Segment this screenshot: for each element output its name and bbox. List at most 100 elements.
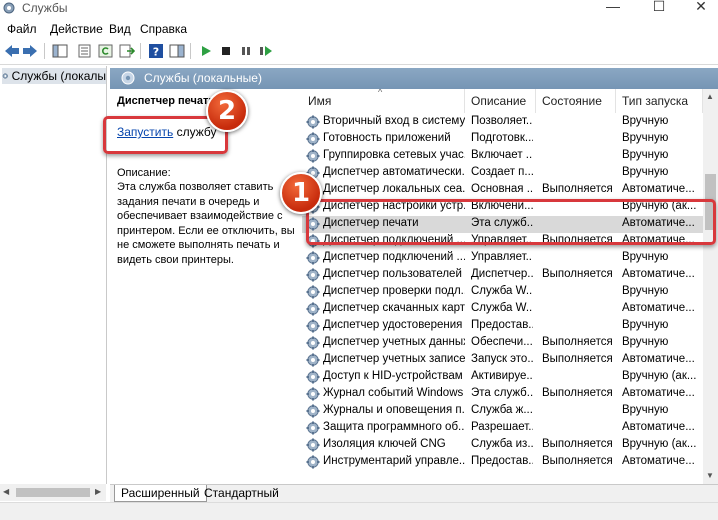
column-header-name[interactable]: Имя <box>302 89 465 113</box>
properties-icon[interactable] <box>76 42 94 60</box>
pane-header-title: Службы (локальные) <box>144 71 262 85</box>
maximize-button[interactable]: ☐ <box>636 0 682 16</box>
gear-icon <box>306 251 320 265</box>
tab-standard[interactable]: Стандартный <box>198 485 285 501</box>
table-row[interactable]: Диспетчер удостоверения ... Предостав... В… <box>302 318 703 335</box>
show-hide-action-pane-icon[interactable] <box>168 42 186 60</box>
cell-state: Выполняется <box>542 353 613 365</box>
cell-description: Основная ... <box>471 183 533 195</box>
table-row[interactable]: Диспетчер локальных сеа... Основная ... Вы… <box>302 182 703 199</box>
gear-icon <box>306 455 320 469</box>
cell-startup-type: Автоматиче... <box>622 302 695 314</box>
tab-extended[interactable]: Расширенный <box>114 485 207 502</box>
table-row[interactable]: Изоляция ключей CNG Служба из... Выполняет… <box>302 437 703 454</box>
minimize-button[interactable]: — <box>590 0 636 16</box>
gear-icon <box>306 438 320 452</box>
cell-startup-type: Автоматиче... <box>622 421 695 433</box>
column-header-startup-type[interactable]: Тип запуска <box>616 89 703 113</box>
table-row[interactable]: Защита программного об... Разрешает... Авт… <box>302 420 703 437</box>
table-row[interactable]: Диспетчер учетных данных Обеспечи... Выпол… <box>302 335 703 352</box>
services-app-icon <box>3 2 15 14</box>
console-tree: Службы (локалы <box>0 66 107 484</box>
table-row[interactable]: Вторичный вход в систему Позволяет... Вруч… <box>302 114 703 131</box>
table-row[interactable]: Диспетчер автоматически... Создает п... Вр… <box>302 165 703 182</box>
table-row[interactable]: Готовность приложений Подготовк... Вручную <box>302 131 703 148</box>
gear-icon <box>306 268 320 282</box>
table-row[interactable]: Инструментарий управле... Предостав... Вып… <box>302 454 703 471</box>
cell-startup-type: Вручную <box>622 132 669 144</box>
scroll-right-icon[interactable]: ▶ <box>95 487 101 496</box>
cell-name: Диспетчер подключений ... <box>323 251 465 263</box>
gear-icon <box>306 285 320 299</box>
cell-startup-type: Автоматиче... <box>622 183 695 195</box>
description-text: Эта служба позволяет ставить задания печ… <box>117 181 295 266</box>
cell-startup-type: Вручную <box>622 336 669 348</box>
cell-name: Журнал событий Windows <box>323 387 464 399</box>
cell-startup-type: Вручную <box>622 285 669 297</box>
export-list-icon[interactable] <box>118 42 136 60</box>
cell-state: Выполняется <box>542 336 613 348</box>
cell-description: Создает п... <box>471 166 533 178</box>
menu-action[interactable]: Действие <box>50 22 103 36</box>
cell-startup-type: Автоматиче... <box>622 455 695 467</box>
cell-name: Диспетчер учетных записе... <box>323 353 465 365</box>
pane-header: Службы (локальные) <box>110 68 718 89</box>
cell-description: Служба W... <box>471 285 533 297</box>
menu-help[interactable]: Справка <box>140 22 187 36</box>
scroll-down-icon[interactable]: ▼ <box>706 471 714 480</box>
cell-startup-type: Вручную <box>622 115 669 127</box>
cell-description: Подготовк... <box>471 132 533 144</box>
table-row[interactable]: Диспетчер учетных записе... Запуск это...… <box>302 352 703 369</box>
menu-bar: Файл Действие Вид Справка <box>0 20 718 39</box>
gear-icon <box>306 319 320 333</box>
vertical-scrollbar[interactable] <box>703 89 718 484</box>
cell-startup-type: Вручную <box>622 166 669 178</box>
horizontal-scroll-thumb[interactable] <box>16 488 90 497</box>
forward-arrow-icon[interactable] <box>21 42 39 60</box>
cell-description: Служба W... <box>471 302 533 314</box>
cell-name: Диспетчер автоматически... <box>323 166 465 178</box>
cell-description: Предостав... <box>471 455 533 467</box>
table-row[interactable]: Журналы и оповещения п... Служба ж... Вруч… <box>302 403 703 420</box>
scroll-up-icon[interactable]: ▲ <box>706 92 714 101</box>
gear-icon <box>306 132 320 146</box>
gear-icon <box>306 421 320 435</box>
cell-name: Диспетчер скачанных карт <box>323 302 465 314</box>
console-tree-icon[interactable] <box>51 42 69 60</box>
column-header-state[interactable]: Состояние <box>536 89 616 113</box>
table-row[interactable]: Группировка сетевых учас... Включает ... В… <box>302 148 703 165</box>
help-icon[interactable]: ? <box>147 42 165 60</box>
column-header-description[interactable]: Описание <box>465 89 536 113</box>
stop-service-icon[interactable] <box>217 42 235 60</box>
cell-description: Диспетчер... <box>471 268 533 280</box>
table-row[interactable]: Доступ к HID-устройствам Активируе... Вруч… <box>302 369 703 386</box>
title-bar: Службы — ☐ ✕ <box>0 0 718 18</box>
toolbar: ? <box>0 40 718 62</box>
refresh-icon[interactable] <box>97 42 115 60</box>
cell-description: Служба из... <box>471 438 533 450</box>
restart-service-icon[interactable] <box>257 42 275 60</box>
cell-name: Группировка сетевых учас... <box>323 149 465 161</box>
cell-name: Доступ к HID-устройствам <box>323 370 463 382</box>
start-service-icon[interactable] <box>197 42 215 60</box>
gear-icon <box>306 115 320 129</box>
cell-name: Диспетчер локальных сеа... <box>323 183 465 195</box>
tree-item-services-local[interactable]: Службы (локалы <box>2 68 106 84</box>
scroll-left-icon[interactable]: ◀ <box>3 487 9 496</box>
table-row[interactable]: Диспетчер проверки подл... Служба W... Вру… <box>302 284 703 301</box>
cell-startup-type: Автоматиче... <box>622 387 695 399</box>
toolbar-divider <box>0 64 718 65</box>
cell-description: Предостав... <box>471 319 533 331</box>
back-arrow-icon[interactable] <box>3 42 21 60</box>
menu-view[interactable]: Вид <box>109 22 131 36</box>
table-row[interactable]: Диспетчер пользователей Диспетчер... Выпол… <box>302 267 703 284</box>
table-row[interactable]: Диспетчер скачанных карт Служба W... Автом… <box>302 301 703 318</box>
table-row[interactable]: Диспетчер подключений ... Управляет... Вру… <box>302 250 703 267</box>
cell-startup-type: Вручную (ак... <box>622 370 697 382</box>
pause-service-icon[interactable] <box>237 42 255 60</box>
close-button[interactable]: ✕ <box>678 0 718 16</box>
menu-file[interactable]: Файл <box>7 22 37 36</box>
table-row[interactable]: Журнал событий Windows Эта служб... Выполн… <box>302 386 703 403</box>
cell-state: Выполняется <box>542 438 613 450</box>
cell-description: Обеспечи... <box>471 336 533 348</box>
